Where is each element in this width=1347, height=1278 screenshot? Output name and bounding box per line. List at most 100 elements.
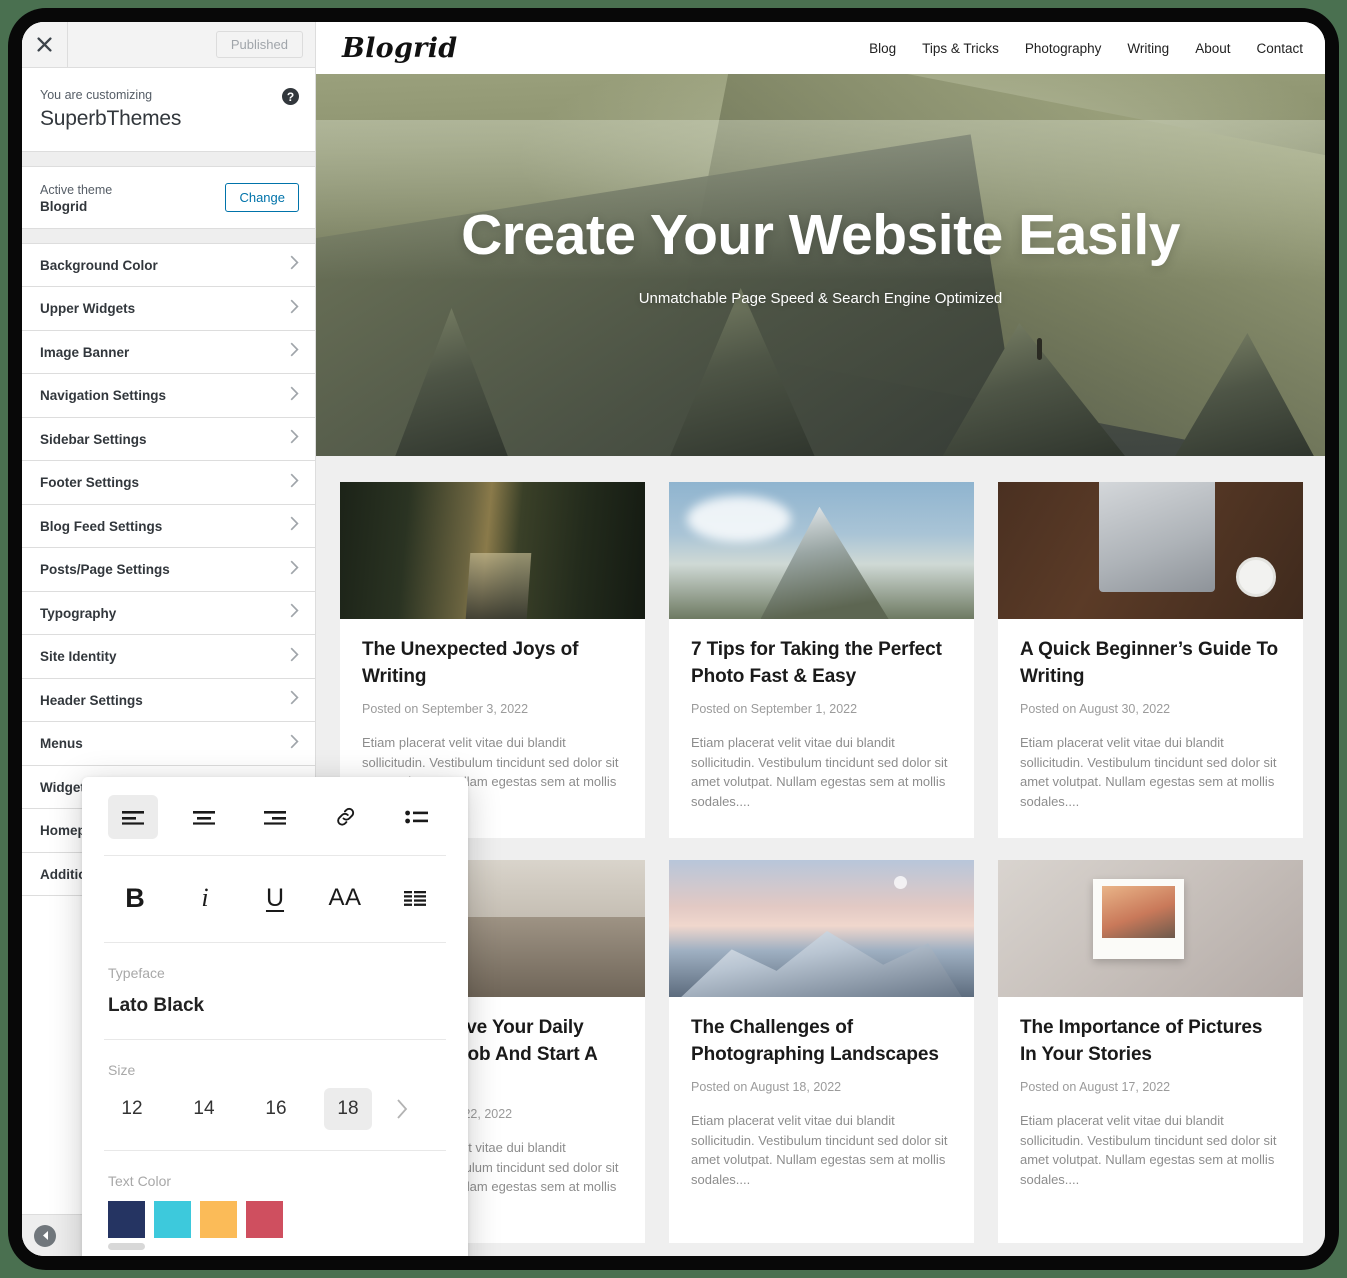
- sidebar-item-footer-settings[interactable]: Footer Settings: [22, 461, 315, 505]
- text-color-label: Text Color: [108, 1173, 172, 1189]
- close-customizer-button[interactable]: [22, 22, 68, 67]
- active-theme-name: Blogrid: [40, 198, 88, 214]
- post-thumbnail-forest-road[interactable]: [340, 482, 645, 619]
- link-icon[interactable]: [321, 795, 371, 839]
- change-theme-button[interactable]: Change: [225, 182, 299, 212]
- post-thumbnail-matterhorn[interactable]: [669, 482, 974, 619]
- text-color-swatches: [82, 1189, 468, 1238]
- nav-item-photography[interactable]: Photography: [1025, 41, 1102, 56]
- post-thumbnail-snowy-mountains[interactable]: [669, 859, 974, 997]
- line-height-icon[interactable]: [390, 876, 440, 920]
- customizer-topbar-right: Published: [68, 22, 315, 67]
- sidebar-item-navigation-settings[interactable]: Navigation Settings: [22, 374, 315, 418]
- post-title[interactable]: The Unexpected Joys of Writing: [362, 637, 623, 691]
- post-thumbnail-polaroid[interactable]: [998, 859, 1303, 997]
- post-thumbnail-laptop-desk[interactable]: [998, 482, 1303, 619]
- site-primary-nav: Blog Tips & Tricks Photography Writing A…: [869, 41, 1303, 56]
- active-theme-label: Active theme: [40, 182, 113, 197]
- post-title[interactable]: The Challenges of Photographing Landscap…: [691, 1015, 952, 1069]
- chevron-right-icon: [290, 647, 299, 667]
- site-name-title: SuperbThemes: [40, 106, 182, 130]
- size-option-12[interactable]: 12: [108, 1088, 156, 1130]
- nav-item-about[interactable]: About: [1195, 41, 1230, 56]
- underline-icon[interactable]: U: [250, 876, 300, 920]
- typeface-value[interactable]: Lato Black: [82, 981, 468, 1039]
- size-option-16[interactable]: 16: [252, 1088, 300, 1130]
- sidebar-item-header-settings[interactable]: Header Settings: [22, 678, 315, 723]
- chevron-right-icon: [290, 386, 299, 406]
- font-size-glyph: AA: [328, 884, 362, 911]
- post-card[interactable]: 7 Tips for Taking the Perfect Photo Fast…: [669, 482, 974, 838]
- size-option-14[interactable]: 14: [180, 1088, 228, 1130]
- sidebar-item-sidebar-settings[interactable]: Sidebar Settings: [22, 417, 315, 462]
- post-card[interactable]: A Quick Beginner’s Guide To Writing Post…: [998, 482, 1303, 838]
- panel-divider-2: [22, 228, 315, 244]
- customizing-label: You are customizing: [40, 88, 153, 102]
- color-swatch-red[interactable]: [246, 1201, 283, 1238]
- collapse-sidebar-icon[interactable]: [34, 1224, 56, 1247]
- customizer-info-section: You are customizing SuperbThemes ?: [22, 68, 315, 152]
- sidebar-item-background-color[interactable]: Background Color: [22, 243, 315, 288]
- post-card-body: A Quick Beginner’s Guide To Writing Post…: [998, 619, 1303, 838]
- sidebar-item-posts-page-settings[interactable]: Posts/Page Settings: [22, 548, 315, 592]
- chevron-right-icon: [290, 690, 299, 710]
- help-icon[interactable]: ?: [282, 88, 299, 105]
- customizer-topbar: Published: [22, 22, 315, 68]
- post-title[interactable]: The Importance of Pictures In Your Stori…: [1020, 1015, 1281, 1069]
- font-size-icon[interactable]: AA: [320, 876, 370, 920]
- nav-item-writing[interactable]: Writing: [1127, 41, 1169, 56]
- typeface-label: Typeface: [108, 965, 165, 981]
- sidebar-item-label: Typography: [40, 605, 117, 621]
- chevron-right-icon: [290, 255, 299, 275]
- post-card[interactable]: The Importance of Pictures In Your Stori…: [998, 859, 1303, 1243]
- post-date: Posted on September 3, 2022: [362, 701, 529, 716]
- hero-title: Create Your Website Easily: [461, 203, 1180, 267]
- close-icon: [37, 37, 52, 52]
- screenshot-stage: Blogrid Blog Tips & Tricks Photography W…: [0, 0, 1347, 1278]
- color-swatch-navy[interactable]: [108, 1201, 145, 1238]
- align-right-icon[interactable]: [250, 795, 300, 839]
- post-date: Posted on September 1, 2022: [691, 701, 858, 716]
- align-left-icon[interactable]: [108, 795, 158, 839]
- site-header: Blogrid Blog Tips & Tricks Photography W…: [316, 22, 1325, 74]
- sidebar-item-image-banner[interactable]: Image Banner: [22, 330, 315, 375]
- bold-glyph: B: [125, 882, 145, 913]
- alignment-toolbar: [82, 777, 468, 855]
- post-excerpt: Etiam placerat velit vitae dui blandit s…: [691, 1112, 948, 1188]
- sidebar-item-label: Site Identity: [40, 649, 117, 665]
- nav-item-tips-tricks[interactable]: Tips & Tricks: [922, 41, 999, 56]
- sidebar-item-site-identity[interactable]: Site Identity: [22, 635, 315, 679]
- color-swatch-cyan[interactable]: [154, 1201, 191, 1238]
- chevron-right-icon: [290, 603, 299, 623]
- size-options: 12 14 16 18: [82, 1078, 468, 1150]
- post-title[interactable]: A Quick Beginner’s Guide To Writing: [1020, 637, 1281, 691]
- sidebar-item-blog-feed-settings[interactable]: Blog Feed Settings: [22, 504, 315, 549]
- bulleted-list-icon[interactable]: [392, 795, 442, 839]
- sidebar-item-label: Posts/Page Settings: [40, 562, 170, 578]
- align-center-icon[interactable]: [179, 795, 229, 839]
- sidebar-item-upper-widgets[interactable]: Upper Widgets: [22, 287, 315, 331]
- chevron-right-icon: [290, 429, 299, 449]
- nav-item-blog[interactable]: Blog: [869, 41, 896, 56]
- sidebar-item-label: Header Settings: [40, 692, 143, 708]
- site-logo[interactable]: Blogrid: [342, 33, 457, 64]
- format-toolbar: B i U AA: [82, 856, 468, 942]
- post-date: Posted on August 18, 2022: [691, 1079, 842, 1094]
- selected-color-indicator: [108, 1243, 145, 1250]
- size-option-18[interactable]: 18: [324, 1088, 372, 1130]
- sidebar-item-menus[interactable]: Menus: [22, 722, 315, 766]
- publish-button[interactable]: Published: [215, 31, 303, 58]
- nav-item-contact[interactable]: Contact: [1256, 41, 1303, 56]
- post-title[interactable]: 7 Tips for Taking the Perfect Photo Fast…: [691, 637, 952, 691]
- chevron-right-icon[interactable]: [396, 1098, 409, 1120]
- color-swatch-amber[interactable]: [200, 1201, 237, 1238]
- sidebar-item-label: Upper Widgets: [40, 301, 136, 317]
- italic-icon[interactable]: i: [180, 876, 230, 920]
- sidebar-item-typography[interactable]: Typography: [22, 591, 315, 636]
- hero-subtitle: Unmatchable Page Speed & Search Engine O…: [638, 289, 1003, 307]
- sidebar-item-label: Navigation Settings: [40, 388, 167, 404]
- bold-icon[interactable]: B: [110, 876, 160, 920]
- post-excerpt: Etiam placerat velit vitae dui blandit s…: [1020, 734, 1277, 810]
- chevron-right-icon: [290, 473, 299, 493]
- post-card[interactable]: The Challenges of Photographing Landscap…: [669, 859, 974, 1243]
